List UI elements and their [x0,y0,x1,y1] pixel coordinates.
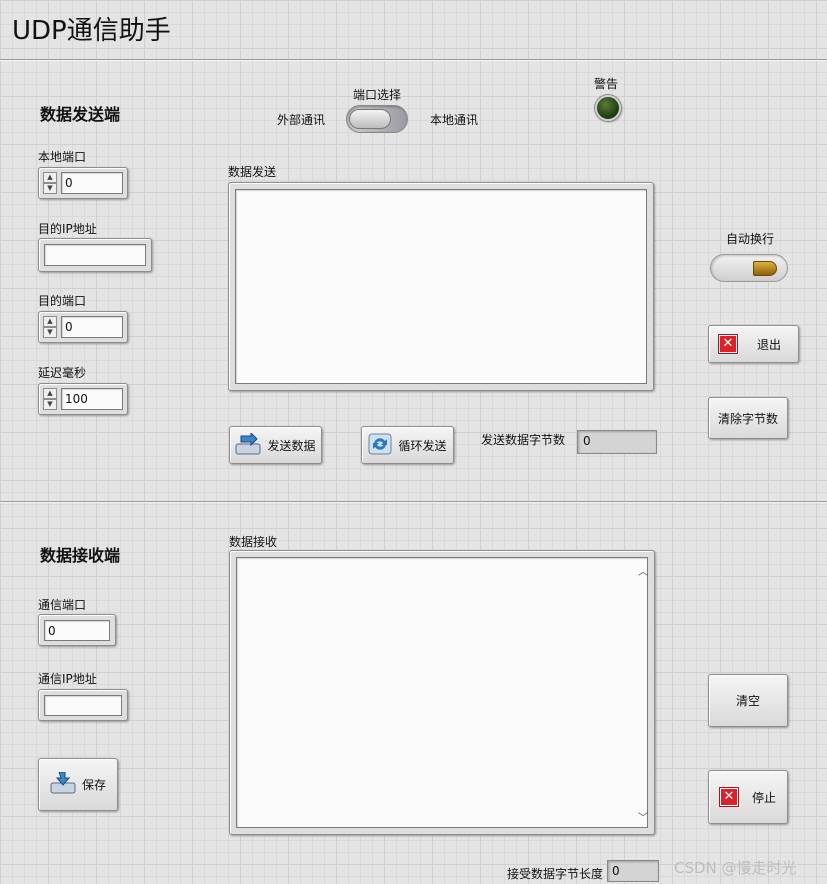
send-byte-count-label: 发送数据字节数 [481,433,566,447]
top-divider [0,59,827,61]
send-data-icon [235,431,261,458]
send-byte-count-indicator: 0 [577,430,657,454]
dest-ip-control[interactable] [38,238,152,272]
delay-ms-control[interactable]: ▲ ▼ 100 [38,383,128,415]
refresh-icon [368,433,392,458]
dest-port-stepper[interactable]: ▲ ▼ [43,316,57,338]
increment-icon[interactable]: ▲ [43,388,57,399]
dest-port-input[interactable]: 0 [61,316,123,338]
decrement-icon[interactable]: ▼ [43,327,57,338]
comm-ip-input[interactable] [44,695,122,716]
dest-port-label: 目的端口 [38,294,87,308]
local-port-label: 本地端口 [38,150,87,164]
decrement-icon[interactable]: ▼ [43,183,57,194]
clear-bytes-label: 清除字节数 [717,411,778,426]
recv-length-indicator: 0 [607,860,659,882]
clear-button[interactable]: 清空 [708,674,788,727]
stop-button[interactable]: ✕ 停止 [708,770,788,824]
mid-divider [0,501,827,503]
data-send-textarea[interactable] [235,189,647,384]
auto-newline-label: 自动换行 [726,232,775,246]
scroll-down-icon[interactable]: ﹀ [638,809,648,824]
auto-newline-light [753,261,777,276]
exit-label: 退出 [757,337,782,352]
save-button[interactable]: 保存 [38,758,118,811]
close-icon: ✕ [718,334,738,354]
loop-send-label: 循环发送 [398,438,447,453]
save-icon [50,771,76,797]
save-label: 保存 [81,778,106,792]
close-icon: ✕ [718,787,739,807]
toggle-knob [349,109,391,129]
exit-button[interactable]: ✕ 退出 [708,325,799,363]
warning-led [595,95,621,121]
comm-port-control[interactable]: 0 [38,614,116,646]
send-section-title: 数据发送端 [40,105,121,124]
data-receive-frame: ︿ ﹀ [229,550,655,835]
delay-ms-input[interactable]: 100 [61,388,123,410]
watermark: CSDN @慢走时光 [674,859,797,877]
increment-icon[interactable]: ▲ [43,316,57,327]
data-receive-label: 数据接收 [229,535,278,549]
recv-length-label: 接受数据字节长度 [507,867,604,881]
increment-icon[interactable]: ▲ [43,172,57,183]
receive-section-title: 数据接收端 [40,546,121,565]
clear-bytes-button[interactable]: 清除字节数 [708,397,788,439]
auto-newline-toggle[interactable] [710,254,788,282]
scroll-up-icon[interactable]: ︿ [638,563,648,578]
comm-port-label: 通信端口 [38,598,87,612]
dest-port-control[interactable]: ▲ ▼ 0 [38,311,128,343]
send-data-button[interactable]: 发送数据 [229,426,322,464]
window-title: UDP通信助手 [12,16,171,46]
data-send-label: 数据发送 [228,165,277,179]
delay-ms-label: 延迟毫秒 [38,366,87,380]
data-send-frame [228,182,654,391]
dest-ip-label: 目的IP地址 [38,222,97,236]
port-select-left-label: 外部通讯 [277,113,326,127]
delay-ms-stepper[interactable]: ▲ ▼ [43,388,57,410]
port-select-right-label: 本地通讯 [430,113,479,127]
local-port-control[interactable]: ▲ ▼ 0 [38,167,128,199]
stop-label: 停止 [751,790,776,805]
data-receive-textarea[interactable] [236,557,648,828]
clear-label: 清空 [735,694,760,708]
comm-ip-label: 通信IP地址 [38,672,97,686]
decrement-icon[interactable]: ▼ [43,399,57,410]
send-data-label: 发送数据 [267,438,316,453]
dest-ip-input[interactable] [44,244,146,266]
local-port-stepper[interactable]: ▲ ▼ [43,172,57,194]
loop-send-button[interactable]: 循环发送 [361,426,454,464]
port-select-toggle[interactable] [346,105,408,133]
local-port-input[interactable]: 0 [61,172,123,194]
port-select-label: 端口选择 [353,88,402,102]
comm-port-input[interactable]: 0 [44,620,110,641]
warning-label: 警告 [594,77,619,91]
comm-ip-control[interactable] [38,689,128,721]
